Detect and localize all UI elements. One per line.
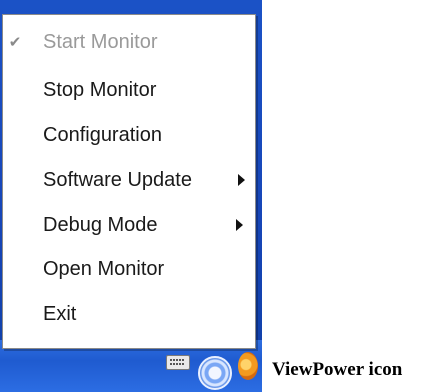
menu-item-label: Configuration	[43, 123, 162, 146]
tray-app-icon[interactable]	[238, 352, 258, 380]
menu-item-configuration[interactable]: Configuration	[3, 115, 255, 155]
menu-item-stop-monitor[interactable]: Stop Monitor	[3, 70, 255, 110]
menu-item-debug-mode[interactable]: Debug Mode	[3, 205, 255, 245]
keyboard-icon[interactable]	[166, 355, 190, 370]
menu-item-start-monitor[interactable]: ✔ Start Monitor	[3, 22, 255, 62]
menu-item-exit[interactable]: Exit	[3, 294, 255, 334]
menu-item-software-update[interactable]: Software Update	[3, 160, 255, 200]
menu-item-label: Exit	[43, 302, 77, 325]
check-icon: ✔	[8, 34, 22, 51]
chevron-right-icon	[238, 174, 245, 186]
menu-item-label: Open Monitor	[43, 257, 165, 280]
context-menu: ✔ Start Monitor Stop Monitor Configurati…	[2, 14, 256, 349]
chevron-right-icon	[236, 219, 243, 231]
menu-item-label: Software Update	[43, 168, 192, 191]
viewpower-icon[interactable]	[198, 356, 232, 390]
menu-item-label: Start Monitor	[43, 30, 158, 53]
menu-item-label: Stop Monitor	[43, 78, 157, 101]
menu-item-open-monitor[interactable]: Open Monitor	[3, 249, 255, 289]
figure-caption: ViewPower icon	[272, 359, 403, 380]
menu-item-label: Debug Mode	[43, 213, 158, 236]
